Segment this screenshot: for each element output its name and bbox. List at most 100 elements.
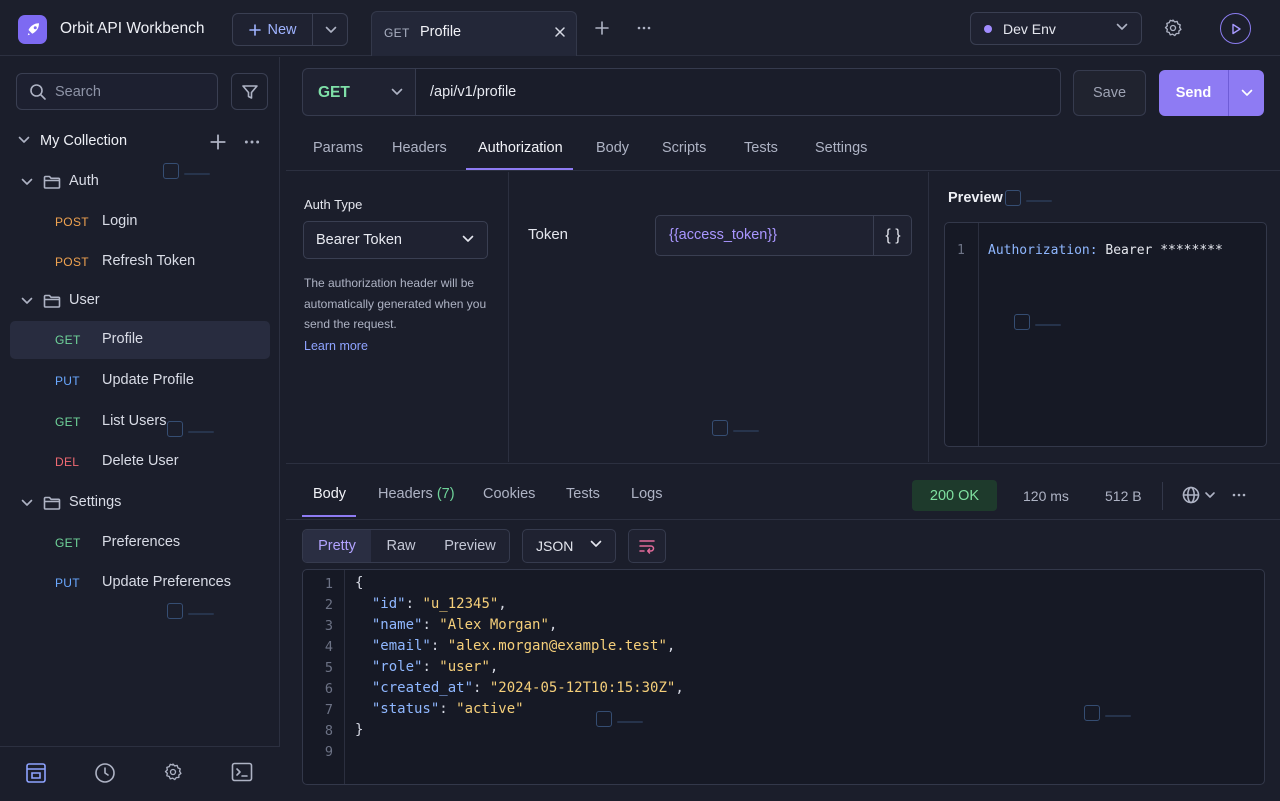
chevron-down-icon [1116, 23, 1128, 31]
format-select[interactable]: JSON [522, 529, 616, 563]
response-size: 512 B [1105, 488, 1142, 504]
play-icon [1231, 23, 1241, 34]
line-number: 4 [324, 639, 333, 655]
folder-icon [43, 293, 61, 309]
tab-settings[interactable]: Settings [815, 140, 867, 156]
method-badge: GET [55, 415, 81, 429]
method-badge: PUT [55, 374, 80, 388]
more-icon[interactable] [243, 133, 261, 151]
resp-tab-headers[interactable]: Headers (7) [378, 486, 455, 502]
folder-auth[interactable]: Auth [10, 163, 270, 201]
tab-headers[interactable]: Headers [392, 140, 447, 156]
resp-tab-body[interactable]: Body [313, 486, 346, 502]
marker-icon [167, 421, 214, 437]
chevron-down-icon[interactable] [21, 297, 33, 305]
gear-icon[interactable] [163, 762, 183, 782]
search-input[interactable] [55, 80, 205, 104]
filter-icon [241, 84, 258, 99]
wrap-icon [639, 540, 655, 554]
request-refresh-token[interactable]: POST Refresh Token [10, 243, 270, 281]
variable-picker-button[interactable]: { } [873, 216, 912, 255]
marker-icon [167, 603, 214, 619]
add-request-icon[interactable] [209, 133, 227, 151]
resp-tab-cookies[interactable]: Cookies [483, 486, 535, 502]
request-label: Update Preferences [102, 574, 231, 590]
tab-scripts[interactable]: Scripts [662, 140, 706, 156]
request-update-profile[interactable]: PUT Update Profile [10, 362, 270, 400]
request-preferences[interactable]: GET Preferences [10, 524, 270, 562]
line-number: 3 [324, 618, 333, 634]
auth-type-select[interactable]: Bearer Token [303, 221, 488, 259]
json-value: "u_12345" [422, 596, 499, 612]
chevron-down-icon[interactable] [21, 178, 33, 186]
response-tabs: Body Headers (7) Cookies Tests Logs 200 … [286, 464, 1280, 520]
tab-profile[interactable]: GET Profile [371, 11, 577, 56]
marker-icon [1084, 705, 1131, 721]
auth-type-panel: Auth Type Bearer Token The authorization… [286, 172, 509, 462]
resp-tab-headers-label: Headers [378, 486, 433, 502]
line-number: 2 [324, 597, 333, 613]
request-profile[interactable]: GET Profile [10, 321, 270, 359]
method-badge: DEL [55, 455, 80, 469]
tab-authorization[interactable]: Authorization [478, 140, 563, 156]
header-value: Bearer ******** [1097, 243, 1223, 258]
token-label: Token [528, 226, 569, 243]
new-dropdown-button[interactable] [313, 14, 348, 45]
learn-more-link[interactable]: Learn more [304, 339, 368, 353]
marker-icon [712, 420, 759, 436]
json-line: "id": "u_12345", [371, 596, 507, 612]
collection-header[interactable]: My Collection [0, 128, 280, 156]
send-button[interactable]: Send [1159, 70, 1228, 116]
send-split-button: Send [1159, 70, 1264, 116]
request-delete-user[interactable]: DEL Delete User [10, 443, 270, 481]
new-split-button: New [232, 13, 348, 46]
add-tab-icon[interactable] [594, 20, 610, 36]
more-icon[interactable] [636, 20, 652, 36]
collection-icon[interactable] [25, 762, 47, 784]
environment-select[interactable]: Dev Env [970, 12, 1142, 45]
gear-icon[interactable] [1163, 18, 1183, 38]
request-update-preferences[interactable]: PUT Update Preferences [10, 564, 270, 602]
method-select[interactable]: GET [302, 68, 416, 116]
sidebar-footer [0, 746, 280, 801]
save-button[interactable]: Save [1073, 70, 1146, 116]
filter-button[interactable] [231, 73, 268, 110]
chevron-down-icon[interactable] [18, 136, 30, 144]
chevron-down-icon [325, 26, 336, 33]
close-icon[interactable] [554, 26, 566, 38]
globe-icon[interactable] [1182, 486, 1218, 504]
run-button[interactable] [1220, 13, 1251, 44]
json-line: "status": "active" [371, 701, 524, 717]
chevron-down-icon[interactable] [21, 499, 33, 507]
resp-tab-logs[interactable]: Logs [631, 486, 662, 502]
token-value: {{access_token}} [669, 227, 778, 243]
token-field[interactable]: {{access_token}} { } [655, 215, 912, 256]
json-line: "created_at": "2024-05-12T10:15:30Z", [371, 680, 684, 696]
tab-body[interactable]: Body [596, 140, 629, 156]
request-login[interactable]: POST Login [10, 203, 270, 241]
folder-user[interactable]: User [10, 282, 270, 320]
view-preview[interactable]: Preview [431, 530, 509, 562]
view-pretty[interactable]: Pretty [303, 530, 371, 562]
new-button[interactable]: New [233, 14, 313, 45]
terminal-icon[interactable] [231, 762, 253, 782]
send-options-button[interactable] [1229, 70, 1264, 116]
method-label: GET [318, 84, 350, 101]
url-input[interactable] [415, 68, 1061, 116]
preview-header-line: Authorization: Bearer ******** [988, 243, 1223, 258]
view-raw[interactable]: Raw [371, 530, 431, 562]
tab-method: GET [384, 26, 410, 40]
json-value: "active" [456, 701, 524, 717]
tab-tests[interactable]: Tests [744, 140, 778, 156]
folder-settings[interactable]: Settings [10, 484, 270, 522]
wrap-lines-button[interactable] [628, 529, 666, 563]
tab-params[interactable]: Params [313, 140, 363, 156]
folder-label: User [69, 292, 100, 308]
more-icon[interactable] [1231, 487, 1247, 503]
json-close-brace: } [355, 722, 364, 738]
resp-tab-tests[interactable]: Tests [566, 486, 600, 502]
history-icon[interactable] [94, 762, 116, 784]
request-list-users[interactable]: GET List Users [10, 403, 270, 441]
json-key: "email" [371, 638, 431, 654]
tab-name: Profile [420, 24, 462, 40]
